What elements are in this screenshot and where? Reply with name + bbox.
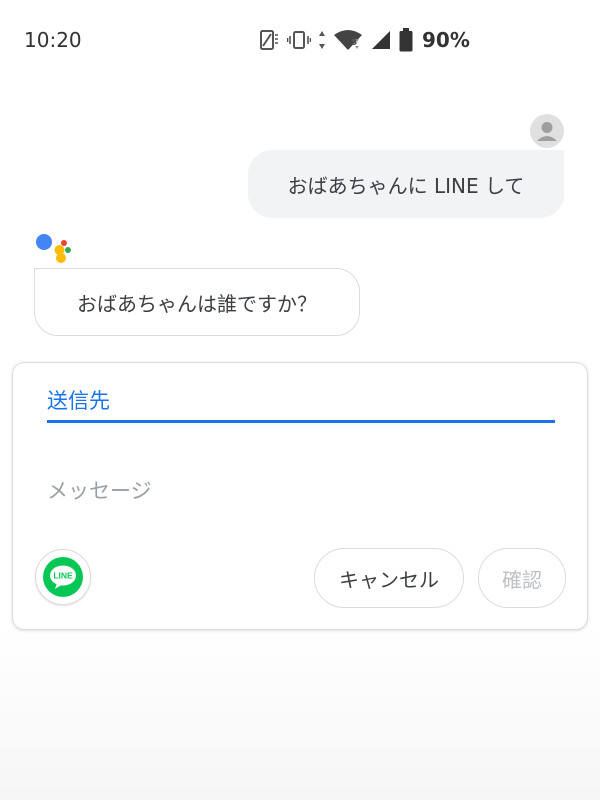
confirm-button-label: 確認	[502, 567, 542, 592]
network-badge: 5	[351, 38, 358, 48]
status-icons: 5 90%	[258, 26, 470, 54]
user-message-bubble: おばあちゃんに LINE して	[248, 150, 564, 218]
line-app-icon: LINE	[43, 557, 83, 597]
message-placeholder: メッセージ	[47, 479, 152, 503]
user-avatar	[530, 114, 564, 148]
vibrate-icon	[287, 31, 311, 49]
line-app-button[interactable]: LINE	[35, 549, 91, 605]
battery-percentage: 90%	[422, 28, 470, 52]
assistant-message-text: おばあちゃんは誰ですか？	[77, 291, 317, 316]
data-arrows-icon	[319, 31, 325, 49]
line-logo-text: LINE	[53, 571, 73, 581]
status-time: 10:20	[24, 28, 82, 52]
status-bar: 10:20 5 90%	[0, 0, 600, 80]
battery-icon	[399, 28, 413, 52]
screen-rotate-icon	[260, 30, 278, 50]
message-field[interactable]: メッセージ	[47, 471, 555, 511]
confirm-button[interactable]: 確認	[478, 548, 566, 608]
cancel-button[interactable]: キャンセル	[314, 548, 464, 608]
user-message-text: おばあちゃんに LINE して	[287, 173, 525, 198]
recipient-label: 送信先	[47, 389, 110, 413]
signal-icon	[372, 31, 390, 49]
person-icon	[537, 122, 557, 141]
recipient-field[interactable]: 送信先	[47, 381, 555, 423]
assistant-logo-icon	[36, 234, 71, 263]
message-compose-card: 送信先 メッセージ LINE キャンセル 確認	[12, 362, 588, 630]
wifi-icon: 5	[333, 29, 363, 51]
assistant-message-bubble: おばあちゃんは誰ですか？	[34, 268, 360, 336]
cancel-button-label: キャンセル	[339, 567, 439, 592]
